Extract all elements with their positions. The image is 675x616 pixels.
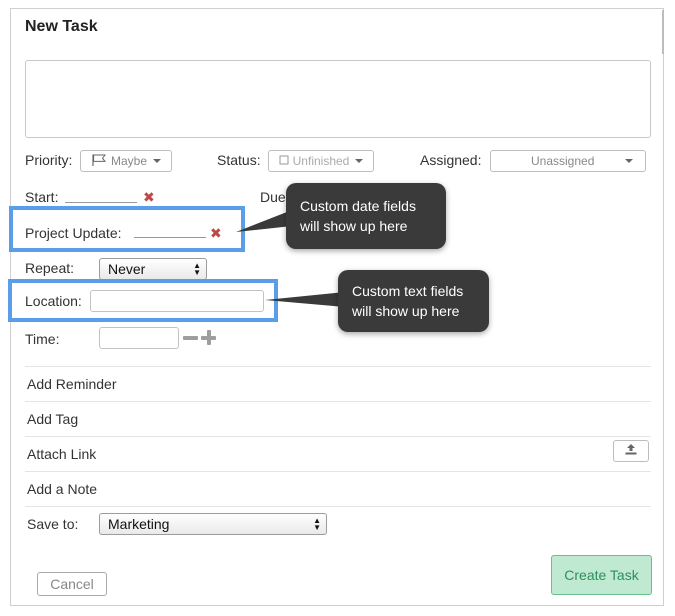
project-update-date-field[interactable] xyxy=(134,237,206,238)
scrollbar[interactable] xyxy=(662,10,664,54)
priority-dropdown[interactable]: Maybe xyxy=(80,150,172,172)
chevron-down-icon xyxy=(355,159,364,163)
create-task-button[interactable]: Create Task xyxy=(551,555,652,595)
time-label: Time: xyxy=(25,331,60,347)
save-to-label: Save to: xyxy=(27,516,79,532)
select-arrows-icon: ▲ ▼ xyxy=(193,261,201,277)
upload-icon xyxy=(624,442,638,460)
date-fields-tooltip: Custom date fields will show up here xyxy=(286,183,446,249)
repeat-label: Repeat: xyxy=(25,260,75,276)
start-label: Start: xyxy=(25,189,59,205)
add-note-row[interactable]: Add a Note xyxy=(25,471,651,506)
minus-icon[interactable] xyxy=(183,335,198,340)
checkbox-icon xyxy=(279,154,289,168)
cancel-button[interactable]: Cancel xyxy=(37,572,107,596)
upload-button[interactable] xyxy=(613,440,649,462)
assigned-value: Unassigned xyxy=(531,154,595,168)
select-arrows-icon: ▲ ▼ xyxy=(313,516,321,532)
text-tooltip-line1: Custom text fields xyxy=(352,283,464,299)
assigned-label: Assigned: xyxy=(420,152,482,168)
chevron-down-icon xyxy=(153,159,162,163)
priority-value: Maybe xyxy=(110,154,148,168)
repeat-value: Never xyxy=(108,261,146,277)
task-name-input[interactable] xyxy=(25,60,651,138)
attach-link-row[interactable]: Attach Link xyxy=(25,436,651,471)
status-dropdown[interactable]: Unfinished xyxy=(268,150,374,172)
text-tooltip-line2: will show up here xyxy=(352,303,460,319)
add-reminder-row[interactable]: Add Reminder xyxy=(25,366,651,401)
start-date-field[interactable] xyxy=(65,202,137,203)
assigned-dropdown[interactable]: Unassigned xyxy=(490,150,646,172)
dialog-title: New Task xyxy=(25,18,98,35)
remove-icon[interactable]: ✖ xyxy=(210,226,222,240)
add-tag-label: Add Tag xyxy=(27,411,79,427)
attach-link-label: Attach Link xyxy=(27,446,97,462)
priority-label: Priority: xyxy=(25,152,73,168)
save-to-select[interactable]: Marketing ▲ ▼ xyxy=(99,513,327,535)
add-note-label: Add a Note xyxy=(27,481,98,497)
location-label: Location: xyxy=(25,293,82,309)
project-update-label: Project Update: xyxy=(25,225,122,241)
text-fields-tooltip: Custom text fields will show up here xyxy=(338,270,489,332)
date-tooltip-line2: will show up here xyxy=(300,218,408,234)
status-value: Unfinished xyxy=(292,154,350,168)
location-input[interactable] xyxy=(90,290,264,312)
flag-icon xyxy=(91,154,107,169)
plus-icon[interactable] xyxy=(201,330,216,345)
add-tag-row[interactable]: Add Tag xyxy=(25,401,651,436)
chevron-down-icon xyxy=(625,159,633,163)
date-tooltip-line1: Custom date fields xyxy=(300,198,416,214)
add-reminder-label: Add Reminder xyxy=(27,376,117,392)
repeat-select[interactable]: Never ▲ ▼ xyxy=(99,258,207,280)
save-to-value: Marketing xyxy=(108,516,170,532)
remove-icon[interactable]: ✖ xyxy=(143,190,155,204)
time-input[interactable] xyxy=(99,327,179,349)
due-label: Due xyxy=(260,189,286,205)
status-label: Status: xyxy=(217,152,261,168)
